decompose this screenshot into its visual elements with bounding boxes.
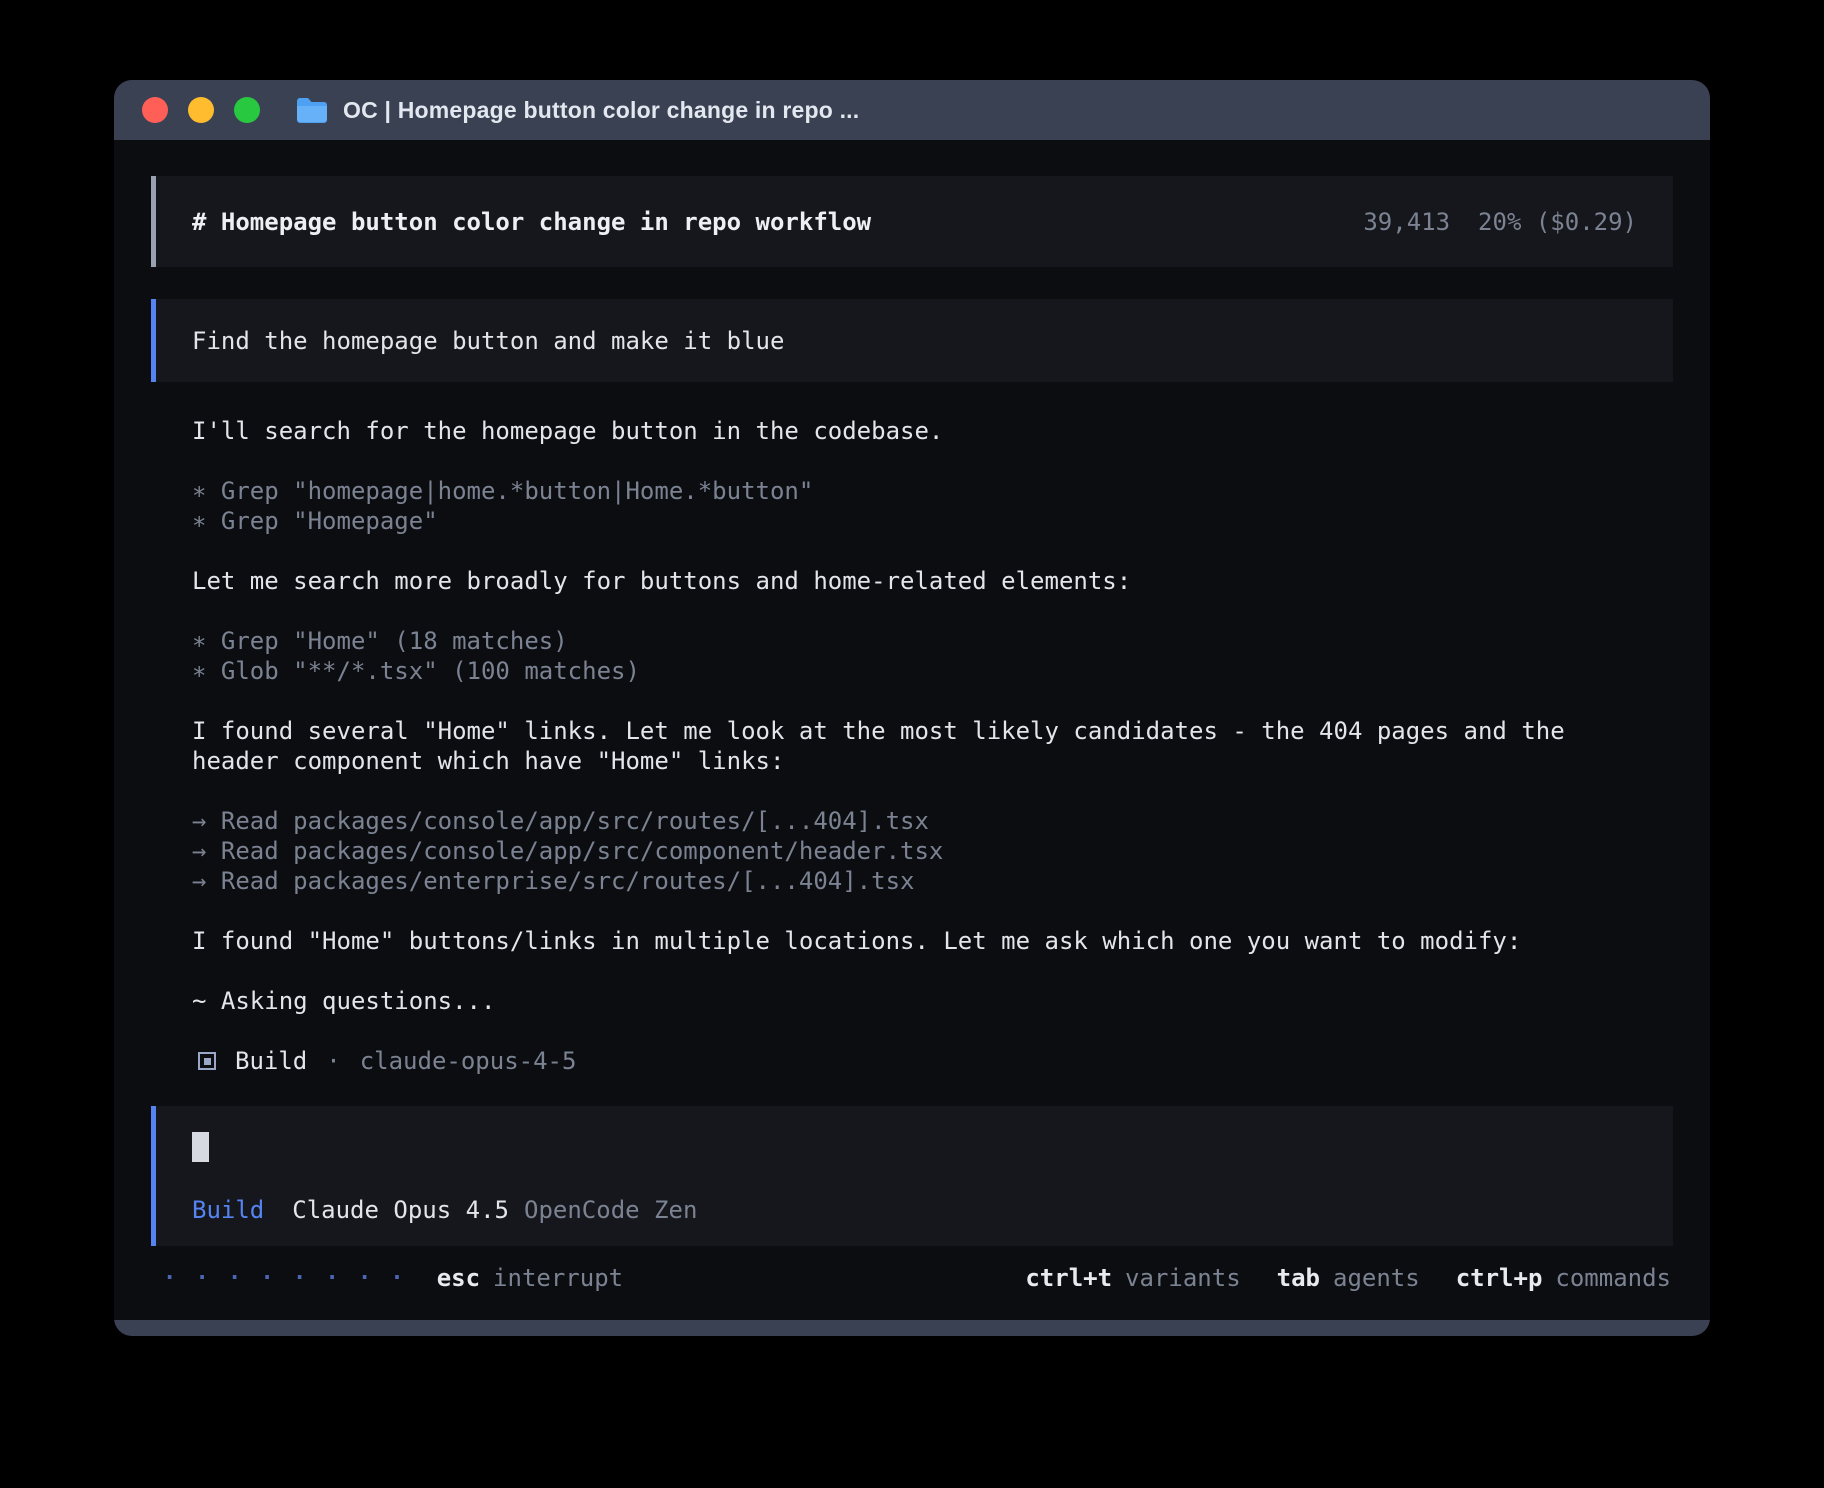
message-group: ∗ Grep "homepage|home.*button|Home.*butt… [192, 476, 1632, 536]
message-group: I found several "Home" links. Let me loo… [192, 716, 1632, 776]
terminal-window: OC | Homepage button color change in rep… [114, 80, 1710, 1336]
shortcut-key: ctrl+t [1025, 1264, 1112, 1292]
assistant-text-line: header component which have "Home" links… [192, 746, 1632, 776]
assistant-text-line: ~ Asking questions... [192, 986, 1632, 1016]
spinner-dots: · · · · · · · · [163, 1266, 407, 1291]
zoom-window-button[interactable] [234, 97, 260, 123]
session-stats: 39,413 20% ($0.29) [1363, 208, 1637, 236]
tool-call-line: → Read packages/console/app/src/routes/[… [192, 806, 1632, 836]
tool-call-line: ∗ Grep "homepage|home.*button|Home.*butt… [192, 476, 1632, 506]
assistant-text-line: I'll search for the homepage button in t… [192, 416, 1632, 446]
message-group: Let me search more broadly for buttons a… [192, 566, 1632, 596]
shortcut-label: variants [1125, 1264, 1241, 1292]
input-agent-name[interactable]: Build [192, 1196, 264, 1224]
shortcut-key: ctrl+p [1456, 1264, 1543, 1292]
token-count: 39,413 [1363, 208, 1450, 236]
tool-call-line: → Read packages/console/app/src/componen… [192, 836, 1632, 866]
traffic-lights [142, 97, 260, 123]
message-group: I'll search for the homepage button in t… [192, 416, 1632, 446]
agent-status-line: Build · claude-opus-4-5 [192, 1046, 1632, 1076]
footer-shortcuts: ctrl+t variants tab agents ctrl+p commands [1025, 1264, 1671, 1292]
shortcut-key: esc [437, 1264, 480, 1292]
message-group: ~ Asking questions... [192, 986, 1632, 1016]
tool-call-line: ∗ Glob "**/*.tsx" (100 matches) [192, 656, 1632, 686]
conversation: I'll search for the homepage button in t… [192, 416, 1632, 1016]
terminal-body: # Homepage button color change in repo w… [114, 140, 1710, 1320]
prompt-input[interactable]: Build Claude Opus 4.5 OpenCode Zen [151, 1106, 1673, 1246]
context-usage: 20% ($0.29) [1478, 208, 1637, 236]
user-message: Find the homepage button and make it blu… [151, 299, 1673, 382]
agent-name: Build [235, 1047, 307, 1075]
model-id: claude-opus-4-5 [360, 1047, 577, 1075]
window-title: OC | Homepage button color change in rep… [343, 97, 859, 124]
input-model-name[interactable]: Claude Opus 4.5 [292, 1196, 509, 1224]
shortcut-variants[interactable]: ctrl+t variants [1025, 1264, 1240, 1292]
tool-call-line: ∗ Grep "Homepage" [192, 506, 1632, 536]
shortcut-interrupt[interactable]: esc interrupt [437, 1264, 623, 1292]
assistant-text-line: Let me search more broadly for buttons a… [192, 566, 1632, 596]
folder-icon [296, 97, 328, 123]
titlebar[interactable]: OC | Homepage button color change in rep… [114, 80, 1710, 140]
shortcut-label: agents [1333, 1264, 1420, 1292]
tool-call-line: → Read packages/enterprise/src/routes/[.… [192, 866, 1632, 896]
tool-call-line: ∗ Grep "Home" (18 matches) [192, 626, 1632, 656]
message-group: → Read packages/console/app/src/routes/[… [192, 806, 1632, 896]
desktop: OC | Homepage button color change in rep… [0, 0, 1824, 1488]
session-title: # Homepage button color change in repo w… [192, 208, 871, 236]
shortcut-key: tab [1277, 1264, 1320, 1292]
status-bar-left: · · · · · · · · esc interrupt [153, 1264, 623, 1292]
text-cursor [192, 1132, 209, 1162]
minimize-window-button[interactable] [188, 97, 214, 123]
conversation-area: I'll search for the homepage button in t… [151, 382, 1673, 1076]
message-group: I found "Home" buttons/links in multiple… [192, 926, 1632, 956]
status-bar: · · · · · · · · esc interrupt ctrl+t vari… [151, 1262, 1673, 1294]
square-dot-icon [198, 1052, 216, 1070]
assistant-text-line: I found "Home" buttons/links in multiple… [192, 926, 1632, 956]
session-header: # Homepage button color change in repo w… [151, 176, 1673, 267]
status-separator: · [326, 1047, 340, 1075]
input-meta: Build Claude Opus 4.5 OpenCode Zen [192, 1196, 1637, 1224]
close-window-button[interactable] [142, 97, 168, 123]
shortcut-agents[interactable]: tab agents [1277, 1264, 1420, 1292]
message-group: ∗ Grep "Home" (18 matches)∗ Glob "**/*.t… [192, 626, 1632, 686]
input-provider-name: OpenCode Zen [524, 1196, 697, 1224]
shortcut-label: interrupt [493, 1264, 623, 1292]
user-message-text: Find the homepage button and make it blu… [192, 327, 784, 355]
shortcut-label: commands [1555, 1264, 1671, 1292]
shortcut-commands[interactable]: ctrl+p commands [1456, 1264, 1671, 1292]
assistant-text-line: I found several "Home" links. Let me loo… [192, 716, 1632, 746]
